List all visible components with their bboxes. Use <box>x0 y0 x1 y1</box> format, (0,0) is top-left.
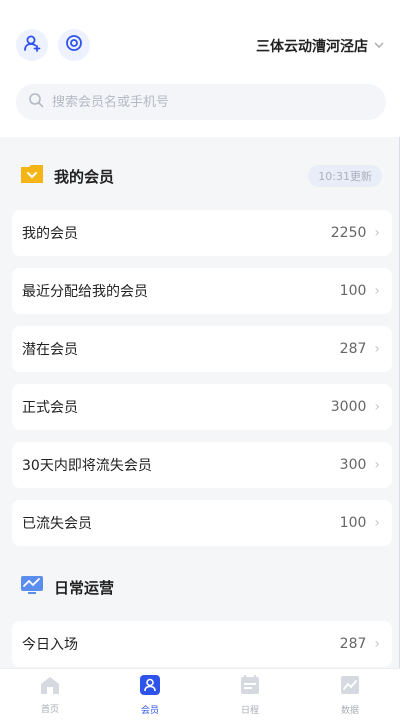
member-icon <box>139 674 161 700</box>
search-icon <box>28 92 44 112</box>
item-count: 2250 <box>330 225 367 241</box>
settings-icon <box>65 34 83 56</box>
list-item[interactable]: 潜在会员 287 › <box>12 326 392 372</box>
list-item[interactable]: 我的会员 2250 › <box>12 210 392 256</box>
item-count: 287 <box>339 636 367 652</box>
chevron-right-icon: › <box>374 341 380 357</box>
calendar-icon <box>239 674 261 700</box>
bottom-tab-bar: 首页 会员 日程 数据 <box>0 668 400 720</box>
section-daily-operations: 日常运营 <box>0 565 400 609</box>
store-selector[interactable]: 三体云动漕河泾店 <box>256 36 384 56</box>
tab-schedule[interactable]: 日程 <box>200 669 300 720</box>
item-label: 最近分配给我的会员 <box>22 284 148 300</box>
chevron-right-icon: › <box>374 457 380 473</box>
item-label: 我的会员 <box>22 226 78 242</box>
list-item[interactable]: 正式会员 3000 › <box>12 384 392 430</box>
item-count: 300 <box>339 457 367 473</box>
list-item[interactable]: 最近分配给我的会员 100 › <box>12 268 392 314</box>
tab-label: 日程 <box>240 705 259 716</box>
item-count: 100 <box>339 283 367 299</box>
item-count: 287 <box>339 341 367 357</box>
list-item[interactable]: 已流失会员 100 › <box>12 500 392 546</box>
top-bar: 三体云动漕河泾店 <box>0 0 400 70</box>
section-title: 日常运营 <box>54 578 115 597</box>
item-label: 已流失会员 <box>22 516 92 532</box>
chevron-right-icon: › <box>374 636 380 652</box>
search-bar[interactable] <box>16 84 386 120</box>
add-member-button[interactable] <box>16 29 48 61</box>
chart-icon <box>339 674 361 700</box>
item-count: 3000 <box>330 399 367 415</box>
item-label: 今日入场 <box>22 637 78 653</box>
tab-label: 首页 <box>40 704 59 715</box>
item-label: 潜在会员 <box>22 342 78 358</box>
item-label: 30天内即将流失会员 <box>22 458 152 474</box>
app-frame: 三体云动漕河泾店 我的会员 10:31更新 我 <box>0 0 400 720</box>
chevron-right-icon: › <box>374 225 380 241</box>
section-my-members: 我的会员 10:31更新 <box>0 154 400 198</box>
store-name: 三体云动漕河泾店 <box>256 39 368 55</box>
update-time-badge: 10:31更新 <box>308 165 382 187</box>
tab-home[interactable]: 首页 <box>0 669 100 720</box>
monitor-chart-icon <box>20 574 44 600</box>
tab-members[interactable]: 会员 <box>100 669 200 720</box>
chevron-down-icon <box>374 39 384 53</box>
tab-data[interactable]: 数据 <box>300 669 400 720</box>
list-item[interactable]: 30天内即将流失会员 300 › <box>12 442 392 488</box>
user-add-icon <box>23 34 41 56</box>
folder-icon <box>20 163 44 189</box>
home-icon <box>39 675 61 699</box>
search-area <box>0 70 400 137</box>
settings-button[interactable] <box>58 29 90 61</box>
section-title: 我的会员 <box>54 167 115 186</box>
chevron-right-icon: › <box>374 399 380 415</box>
list-item[interactable]: 今日入场 287 › <box>12 621 392 667</box>
chevron-right-icon: › <box>374 283 380 299</box>
search-input[interactable] <box>52 94 352 110</box>
item-label: 正式会员 <box>22 400 78 416</box>
item-count: 100 <box>339 515 367 531</box>
tab-label: 数据 <box>340 705 359 716</box>
tab-label: 会员 <box>140 705 159 716</box>
chevron-right-icon: › <box>374 515 380 531</box>
